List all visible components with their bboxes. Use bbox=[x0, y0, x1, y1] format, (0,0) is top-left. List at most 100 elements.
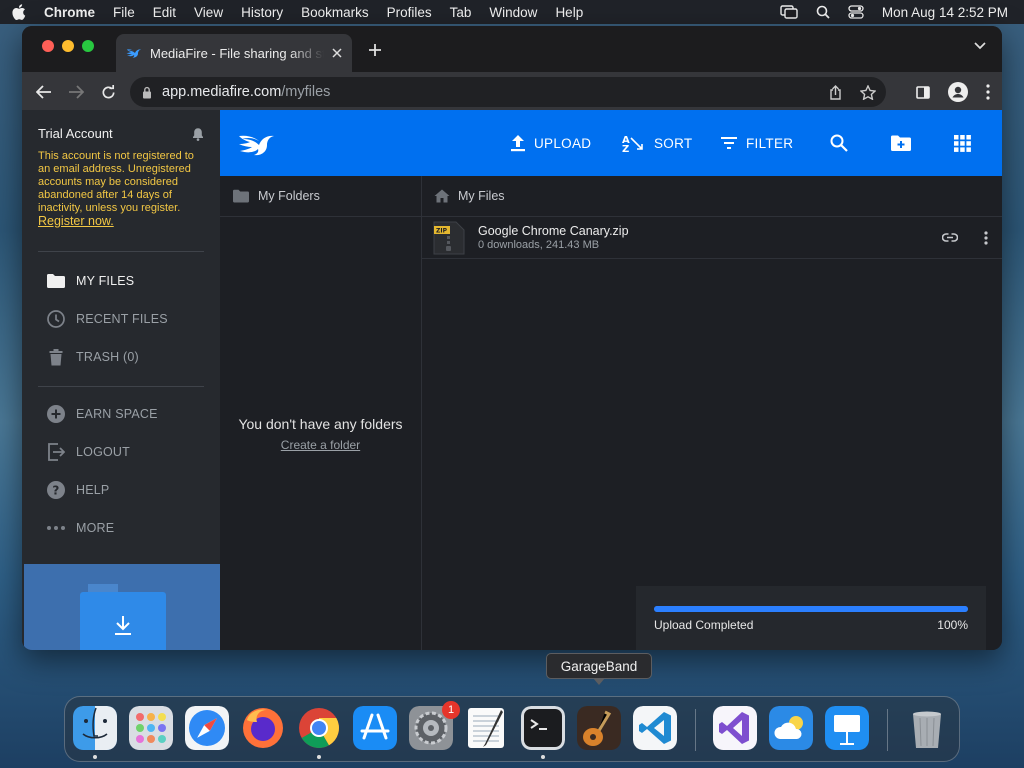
search-icon bbox=[830, 134, 848, 152]
garageband-icon[interactable] bbox=[577, 706, 621, 750]
menu-edit[interactable]: Edit bbox=[153, 5, 176, 20]
new-folder-button[interactable] bbox=[890, 110, 912, 176]
svg-text:?: ? bbox=[52, 484, 59, 498]
launchpad-icon[interactable] bbox=[129, 706, 173, 750]
menu-clock[interactable]: Mon Aug 14 2:52 PM bbox=[882, 5, 1008, 20]
upload-button[interactable]: UPLOAD bbox=[510, 110, 591, 176]
profile-avatar-icon[interactable] bbox=[948, 82, 968, 102]
files-breadcrumb: My Files bbox=[422, 176, 1002, 217]
upgrade-promo-banner[interactable] bbox=[24, 564, 220, 650]
sidebar: Trial Account This account is not regist… bbox=[22, 110, 220, 650]
lock-icon[interactable] bbox=[142, 86, 152, 99]
zoom-window-button[interactable] bbox=[82, 40, 94, 52]
filter-button[interactable]: FILTER bbox=[720, 110, 793, 176]
finder-icon[interactable] bbox=[73, 706, 117, 750]
upload-icon bbox=[511, 135, 525, 152]
upload-progress-bar bbox=[654, 606, 968, 612]
grid-view-button[interactable] bbox=[954, 110, 971, 176]
account-section: Trial Account This account is not regist… bbox=[22, 110, 220, 229]
side-panel-icon[interactable] bbox=[916, 85, 930, 99]
upload-progress-fill bbox=[654, 606, 968, 612]
upload-label: UPLOAD bbox=[534, 135, 592, 151]
sidebar-item-label: RECENT FILES bbox=[76, 312, 168, 326]
trash-icon[interactable] bbox=[905, 706, 949, 750]
chrome-icon[interactable] bbox=[297, 706, 341, 750]
filter-icon bbox=[721, 137, 737, 149]
keynote-icon[interactable] bbox=[825, 706, 869, 750]
address-bar[interactable]: app.mediafire.com/myfiles bbox=[130, 77, 886, 107]
file-row[interactable]: ZIP Google Chrome Canary.zip 0 downloads… bbox=[422, 217, 1002, 259]
account-warning: This account is not registered to an ema… bbox=[38, 150, 204, 229]
download-folder-graphic bbox=[80, 592, 166, 650]
sort-button[interactable]: AZ SORT bbox=[622, 110, 692, 176]
create-folder-link[interactable]: Create a folder bbox=[220, 438, 421, 452]
notification-badge: 1 bbox=[442, 701, 460, 719]
kebab-menu-icon[interactable] bbox=[986, 84, 990, 100]
help-icon: ? bbox=[47, 481, 65, 499]
files-title: My Files bbox=[458, 189, 505, 203]
app-store-icon[interactable] bbox=[353, 706, 397, 750]
sidebar-item-label: MORE bbox=[76, 521, 115, 535]
textedit-icon[interactable] bbox=[465, 706, 509, 750]
bookmark-star-icon[interactable] bbox=[860, 84, 876, 100]
apple-icon[interactable] bbox=[12, 4, 26, 20]
running-indicator bbox=[317, 755, 321, 759]
vscode-icon[interactable] bbox=[633, 706, 677, 750]
firefox-icon[interactable] bbox=[241, 706, 285, 750]
reload-icon bbox=[102, 84, 114, 98]
menu-bookmarks[interactable]: Bookmarks bbox=[301, 5, 369, 20]
folders-title: My Folders bbox=[258, 189, 320, 203]
sidebar-item-recent-files[interactable]: RECENT FILES bbox=[22, 300, 220, 338]
share-icon[interactable] bbox=[829, 84, 842, 100]
arrow-right-icon bbox=[69, 85, 84, 99]
folder-icon bbox=[233, 189, 249, 203]
menu-profiles[interactable]: Profiles bbox=[387, 5, 432, 20]
terminal-icon[interactable] bbox=[521, 706, 565, 750]
new-tab-button[interactable] bbox=[368, 40, 382, 63]
search-button[interactable] bbox=[830, 110, 848, 176]
close-window-button[interactable] bbox=[42, 40, 54, 52]
menu-view[interactable]: View bbox=[194, 5, 223, 20]
menu-history[interactable]: History bbox=[241, 5, 283, 20]
tab-search-chevron-icon[interactable] bbox=[974, 42, 986, 50]
folder-icon bbox=[47, 274, 65, 288]
spotlight-icon[interactable] bbox=[816, 5, 830, 19]
reload-button[interactable] bbox=[92, 84, 124, 100]
dock-separator bbox=[887, 709, 888, 751]
sidebar-item-help[interactable]: ? HELP bbox=[22, 471, 220, 509]
bell-icon[interactable] bbox=[192, 127, 204, 141]
kebab-menu-icon[interactable] bbox=[984, 230, 988, 245]
menu-app-name[interactable]: Chrome bbox=[44, 5, 95, 20]
sidebar-item-more[interactable]: MORE bbox=[22, 509, 220, 547]
link-icon[interactable] bbox=[942, 233, 958, 242]
sort-label: SORT bbox=[654, 135, 693, 151]
visual-studio-icon[interactable] bbox=[713, 706, 757, 750]
close-tab-icon[interactable] bbox=[332, 48, 342, 58]
back-button[interactable] bbox=[28, 85, 60, 99]
sidebar-item-logout[interactable]: LOGOUT bbox=[22, 433, 220, 471]
sidebar-item-my-files[interactable]: MY FILES bbox=[22, 262, 220, 300]
weather-icon[interactable] bbox=[769, 706, 813, 750]
sidebar-item-trash[interactable]: TRASH (0) bbox=[22, 338, 220, 376]
control-center-icon[interactable] bbox=[848, 5, 864, 19]
register-link[interactable]: Register now. bbox=[38, 214, 114, 228]
menu-window[interactable]: Window bbox=[489, 5, 537, 20]
dock-tooltip: GarageBand bbox=[546, 653, 652, 685]
app-header: UPLOAD AZ SORT FILTER bbox=[220, 110, 1002, 176]
menu-file[interactable]: File bbox=[113, 5, 135, 20]
file-name[interactable]: Google Chrome Canary.zip bbox=[478, 224, 629, 238]
forward-button[interactable] bbox=[60, 85, 92, 99]
menu-bar: Chrome File Edit View History Bookmarks … bbox=[0, 0, 1024, 24]
menu-help[interactable]: Help bbox=[555, 5, 583, 20]
minimize-window-button[interactable] bbox=[62, 40, 74, 52]
mediafire-logo-icon[interactable] bbox=[238, 130, 284, 156]
safari-icon[interactable] bbox=[185, 706, 229, 750]
files-panel: My Files ZIP Google Chrome Canary.zip 0 … bbox=[422, 176, 1002, 650]
home-icon[interactable] bbox=[434, 189, 450, 203]
trash-icon bbox=[49, 348, 63, 365]
screen-mirroring-icon[interactable] bbox=[780, 5, 798, 19]
grid-icon bbox=[954, 134, 971, 152]
menu-tab[interactable]: Tab bbox=[450, 5, 472, 20]
active-tab[interactable]: MediaFire - File sharing and storage bbox=[116, 34, 352, 72]
sidebar-item-earn-space[interactable]: EARN SPACE bbox=[22, 395, 220, 433]
